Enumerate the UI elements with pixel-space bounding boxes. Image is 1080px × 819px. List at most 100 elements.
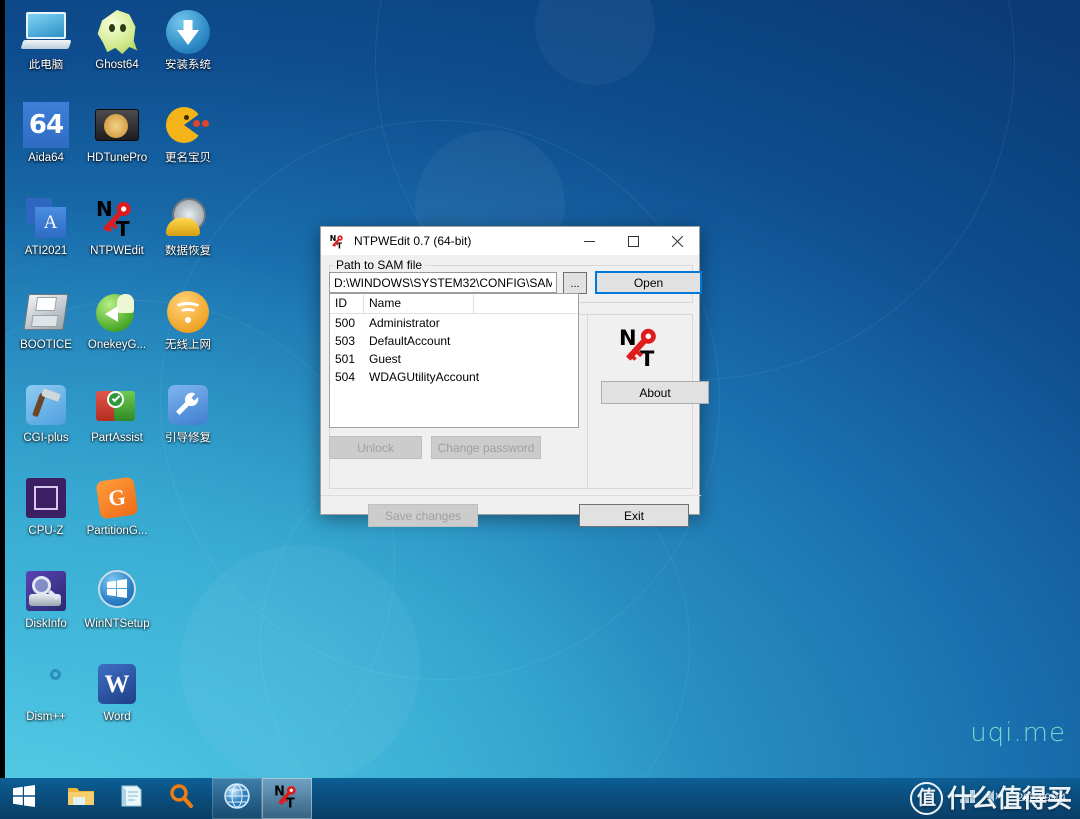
- desktop-icon-rename-baby[interactable]: 更名宝贝: [152, 101, 224, 165]
- svg-text:T: T: [640, 347, 655, 371]
- taskbar-item-search[interactable]: [156, 778, 206, 819]
- onekey-ghost-icon: [93, 288, 141, 336]
- path-group-label: Path to SAM file: [333, 258, 426, 272]
- minimize-button[interactable]: [567, 227, 611, 255]
- dismpp-icon: [22, 660, 70, 708]
- table-row[interactable]: 500 Administrator: [330, 314, 578, 332]
- user-name: Administrator: [369, 316, 440, 330]
- desktop-icon-ati2021[interactable]: A ATI2021: [10, 194, 82, 258]
- partitionguru-icon: G: [93, 474, 141, 522]
- user-list-header: ID Name: [330, 294, 578, 314]
- desktop-icon-cgi-plus[interactable]: CGI-plus: [10, 381, 82, 445]
- svg-text:T: T: [116, 217, 130, 241]
- window-titlebar[interactable]: N T NTPWEdit 0.7 (64-bit): [321, 227, 699, 255]
- svg-text:N: N: [619, 326, 637, 350]
- desktop-icon-diskinfo[interactable]: DiskInfo: [10, 567, 82, 631]
- column-header-extra[interactable]: [474, 294, 578, 313]
- desktop-icon-label: 此电脑: [28, 59, 64, 71]
- desktop-icon-label: Word: [103, 711, 131, 723]
- desktop-icon-label: OnekeyG...: [87, 339, 147, 351]
- desktop-icon-label: 更名宝贝: [165, 152, 211, 164]
- desktop-icon-cpuz[interactable]: CPU-Z: [10, 474, 82, 538]
- desktop-icon-label: ATI2021: [24, 245, 68, 257]
- this-pc-icon: [20, 8, 72, 56]
- ati2021-icon: A: [22, 194, 70, 242]
- taskbar-item-browser[interactable]: [212, 778, 262, 819]
- desktop-icon-label: DiskInfo: [25, 618, 67, 630]
- desktop-icon-partitionguru[interactable]: G PartitionG...: [81, 474, 153, 538]
- table-row[interactable]: 503 DefaultAccount: [330, 332, 578, 350]
- desktop-icon-label: 引导修复: [165, 432, 211, 444]
- dialog-body: Path to SAM file ... Open User list ID N…: [321, 255, 709, 527]
- data-recovery-icon: [164, 194, 212, 242]
- hdtunepro-icon: [93, 101, 141, 149]
- footer-divider: [321, 495, 701, 496]
- desktop-icon-label: 无线上网: [165, 339, 211, 351]
- window-controls: [567, 227, 699, 255]
- svg-text:T: T: [337, 241, 343, 249]
- desktop-icon-bootice[interactable]: BOOTICE: [10, 288, 82, 352]
- ntpwedit-key-icon: N T: [273, 782, 301, 815]
- sam-path-input[interactable]: [329, 272, 557, 293]
- word-icon: W: [93, 660, 141, 708]
- save-changes-button[interactable]: Save changes: [368, 504, 478, 527]
- desktop-icon-dismpp[interactable]: Dism++: [10, 660, 82, 724]
- about-button[interactable]: About: [601, 381, 709, 404]
- desktop-icon-data-recovery[interactable]: 数据恢复: [152, 194, 224, 258]
- desktop-icon-aida64[interactable]: 64 Aida64: [10, 101, 82, 165]
- close-button[interactable]: [655, 227, 699, 255]
- desktop-icon-partassist[interactable]: PartAssist: [81, 381, 153, 445]
- windows-start-icon: [13, 785, 35, 812]
- desktop[interactable]: 此电脑 Ghost64 安装系统 64 Aida64 HDTunePro 更名宝…: [5, 0, 1080, 819]
- desktop-icon-ghost64[interactable]: Ghost64: [81, 8, 153, 72]
- notepad-icon: [118, 783, 144, 814]
- about-logo: N T: [617, 323, 665, 371]
- desktop-icon-this-pc[interactable]: 此电脑: [10, 8, 82, 72]
- open-button[interactable]: Open: [595, 271, 702, 294]
- exit-button[interactable]: Exit: [579, 504, 689, 527]
- browse-button[interactable]: ...: [563, 272, 587, 294]
- desktop-icon-label: Aida64: [28, 152, 64, 164]
- desktop-icon-ntpwedit[interactable]: N T NTPWEdit: [81, 194, 153, 258]
- start-button[interactable]: [0, 778, 48, 819]
- user-list[interactable]: ID Name 500 Administrator 503 DefaultAccoun…: [329, 293, 579, 428]
- table-row[interactable]: 504 WDAGUtilityAccount: [330, 368, 578, 386]
- smzdm-text: 什么值得买: [946, 784, 1072, 813]
- maximize-button[interactable]: [611, 227, 655, 255]
- desktop-icon-wireless-network[interactable]: 无线上网: [152, 288, 224, 352]
- userlist-divider: [587, 315, 588, 488]
- taskbar-item-notepad[interactable]: [106, 778, 156, 819]
- user-list-rows: 500 Administrator 503 DefaultAccount 501 Gues…: [330, 314, 578, 386]
- ntpwedit-icon: N T: [93, 194, 141, 242]
- change-password-button[interactable]: Change password: [431, 436, 541, 459]
- column-header-id[interactable]: ID: [330, 294, 364, 313]
- table-row[interactable]: 501 Guest: [330, 350, 578, 368]
- ntpwedit-window[interactable]: N T NTPWEdit 0.7 (64-bit) Path to SAM fi…: [320, 226, 709, 527]
- user-id: 504: [335, 370, 356, 384]
- install-system-icon: [164, 8, 212, 56]
- cpuz-icon: [22, 474, 70, 522]
- desktop-icon-onekey-ghost[interactable]: OnekeyG...: [81, 288, 153, 352]
- user-id: 501: [335, 352, 356, 366]
- desktop-icon-label: WinNTSetup: [84, 618, 150, 630]
- desktop-icon-label: CGI-plus: [23, 432, 69, 444]
- desktop-icon-hdtunepro[interactable]: HDTunePro: [81, 101, 153, 165]
- column-header-name[interactable]: Name: [364, 294, 474, 313]
- user-name: DefaultAccount: [369, 334, 451, 348]
- desktop-icon-winntsetup[interactable]: WinNTSetup: [81, 567, 153, 631]
- user-id: 500: [335, 316, 356, 330]
- desktop-icon-label: NTPWEdit: [90, 245, 144, 257]
- boot-repair-icon: [164, 381, 212, 429]
- taskbar-item-file-explorer[interactable]: [56, 778, 106, 819]
- aida64-icon: 64: [22, 101, 70, 149]
- diskinfo-icon: [22, 567, 70, 615]
- desktop-icon-label: BOOTICE: [20, 339, 72, 351]
- desktop-icon-label: CPU-Z: [28, 525, 64, 537]
- unlock-button[interactable]: Unlock: [329, 436, 422, 459]
- ntpwedit-key-icon: N T: [329, 233, 346, 250]
- desktop-icon-word[interactable]: W Word: [81, 660, 153, 724]
- desktop-icon-boot-repair[interactable]: 引导修复: [152, 381, 224, 445]
- taskbar-item-ntpwedit[interactable]: N T: [262, 778, 312, 819]
- desktop-icon-label: Ghost64: [95, 59, 139, 71]
- desktop-icon-install-system[interactable]: 安装系统: [152, 8, 224, 72]
